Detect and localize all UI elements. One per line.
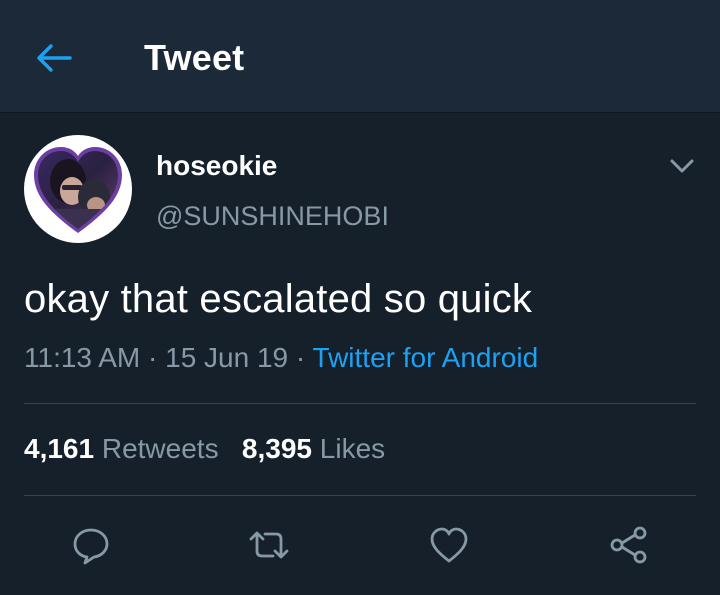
tweet-stats: 4,161 Retweets 8,395 Likes: [24, 431, 385, 467]
tweet-detail: hoseokie @SUNSHINEHOBI okay that escalat…: [0, 113, 720, 595]
likes-stat[interactable]: 8,395 Likes: [242, 433, 385, 464]
more-options-button[interactable]: [662, 149, 702, 183]
divider: [24, 403, 696, 404]
like-button[interactable]: [427, 523, 471, 567]
avatar[interactable]: [24, 135, 132, 243]
retweets-stat[interactable]: 4,161 Retweets: [24, 433, 219, 464]
user-handle[interactable]: @SUNSHINEHOBI: [156, 199, 389, 233]
meta-separator: ·: [148, 342, 158, 373]
top-app-bar: Tweet: [0, 0, 720, 113]
action-bar: [0, 505, 720, 595]
meta-separator: ·: [295, 342, 306, 373]
retweet-button[interactable]: [247, 523, 291, 567]
retweets-count: 4,161: [24, 433, 95, 464]
arrow-left-icon: [37, 44, 72, 72]
divider: [24, 495, 696, 496]
reply-button[interactable]: [69, 523, 113, 567]
display-name[interactable]: hoseokie: [156, 149, 277, 183]
heart-avatar-image: [34, 147, 122, 233]
tweet-time: 11:13 AM: [24, 342, 141, 373]
tweet-source-link[interactable]: Twitter for Android: [313, 342, 539, 373]
share-icon: [610, 526, 647, 564]
heart-icon: [430, 527, 468, 563]
tweet-date: 15 Jun 19: [165, 342, 289, 373]
retweet-icon: [249, 531, 289, 559]
retweets-label: Retweets: [101, 433, 219, 464]
likes-count: 8,395: [241, 433, 312, 464]
tweet-meta: 11:13 AM · 15 Jun 19 · Twitter for Andro…: [24, 340, 538, 376]
tweet-text: okay that escalated so quick: [24, 277, 533, 321]
chevron-down-icon: [670, 159, 694, 173]
back-button[interactable]: [30, 36, 78, 80]
share-button[interactable]: [607, 523, 651, 567]
page-title: Tweet: [144, 37, 245, 78]
likes-label: Likes: [319, 433, 386, 464]
reply-icon: [73, 528, 109, 565]
